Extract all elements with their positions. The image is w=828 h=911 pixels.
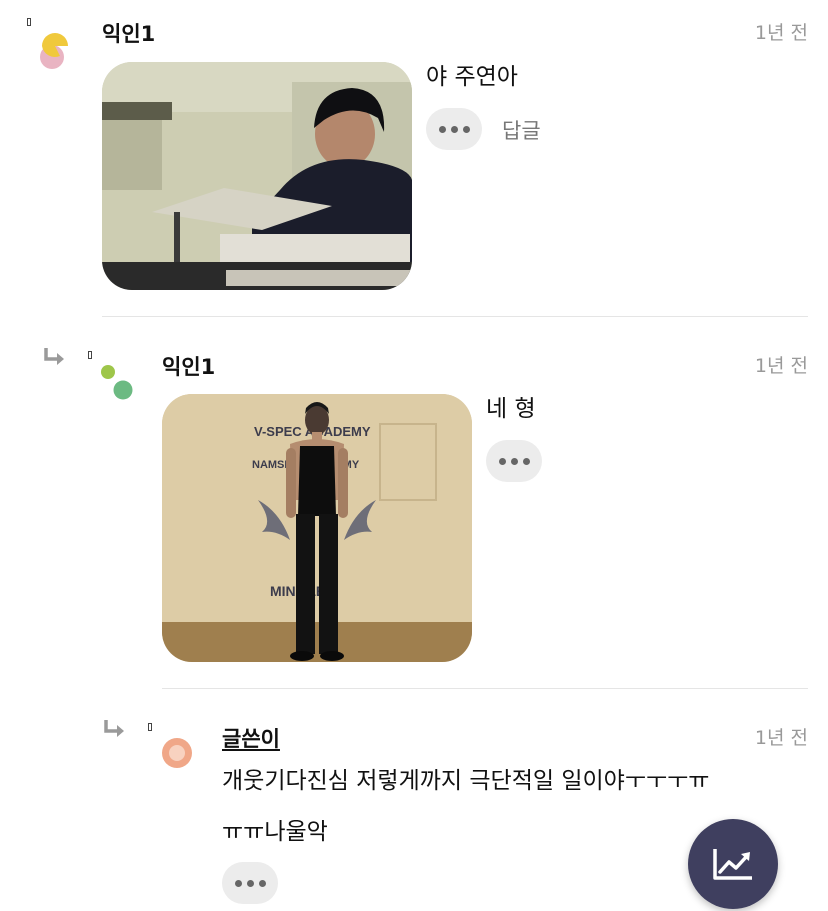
more-dots-icon	[234, 879, 242, 887]
more-dots-icon	[498, 457, 506, 465]
academy-photo: V-SPEC ACADEMY NAMSE... ACADEMY MIN...LE	[162, 394, 472, 662]
trending-chart-fab[interactable]	[688, 819, 778, 909]
reply-arrow-icon	[44, 348, 64, 365]
reply-arrow-icon	[104, 720, 124, 737]
indicator-mark	[148, 723, 152, 731]
comment-text-line2: ㅠㅠ나울악	[222, 819, 328, 845]
more-button[interactable]	[222, 862, 278, 904]
comment-author[interactable]: 익인1	[102, 18, 155, 48]
divider	[162, 688, 808, 689]
comment-time: 1년 전	[754, 22, 808, 44]
classroom-photo	[102, 62, 412, 290]
comment-text: 네 형	[486, 396, 536, 422]
divider	[102, 316, 808, 317]
trending-up-chart-icon	[713, 849, 752, 880]
comment-photo[interactable]	[102, 62, 412, 290]
indicator-mark	[27, 18, 31, 26]
comment-text-line1: 개웃기다진심 저렇게까지 극단적일 일이야ㅜㅜㅜㅠ	[222, 768, 710, 794]
comment-text: 야 주연아	[426, 64, 518, 90]
comment-author[interactable]: 익인1	[162, 351, 215, 381]
more-button[interactable]	[426, 108, 482, 150]
avatar[interactable]	[34, 30, 74, 70]
comment-time: 1년 전	[754, 727, 808, 749]
avatar[interactable]	[160, 736, 194, 770]
comment-photo[interactable]: V-SPEC ACADEMY NAMSE... ACADEMY MIN...LE	[162, 394, 472, 662]
comment-time: 1년 전	[754, 355, 808, 377]
comment-author[interactable]: 글쓴이	[222, 723, 280, 753]
avatar[interactable]	[98, 362, 138, 404]
reply-button[interactable]: 답글	[502, 115, 541, 145]
more-dots-icon	[438, 125, 446, 133]
indicator-mark	[88, 351, 92, 359]
more-button[interactable]	[486, 440, 542, 482]
